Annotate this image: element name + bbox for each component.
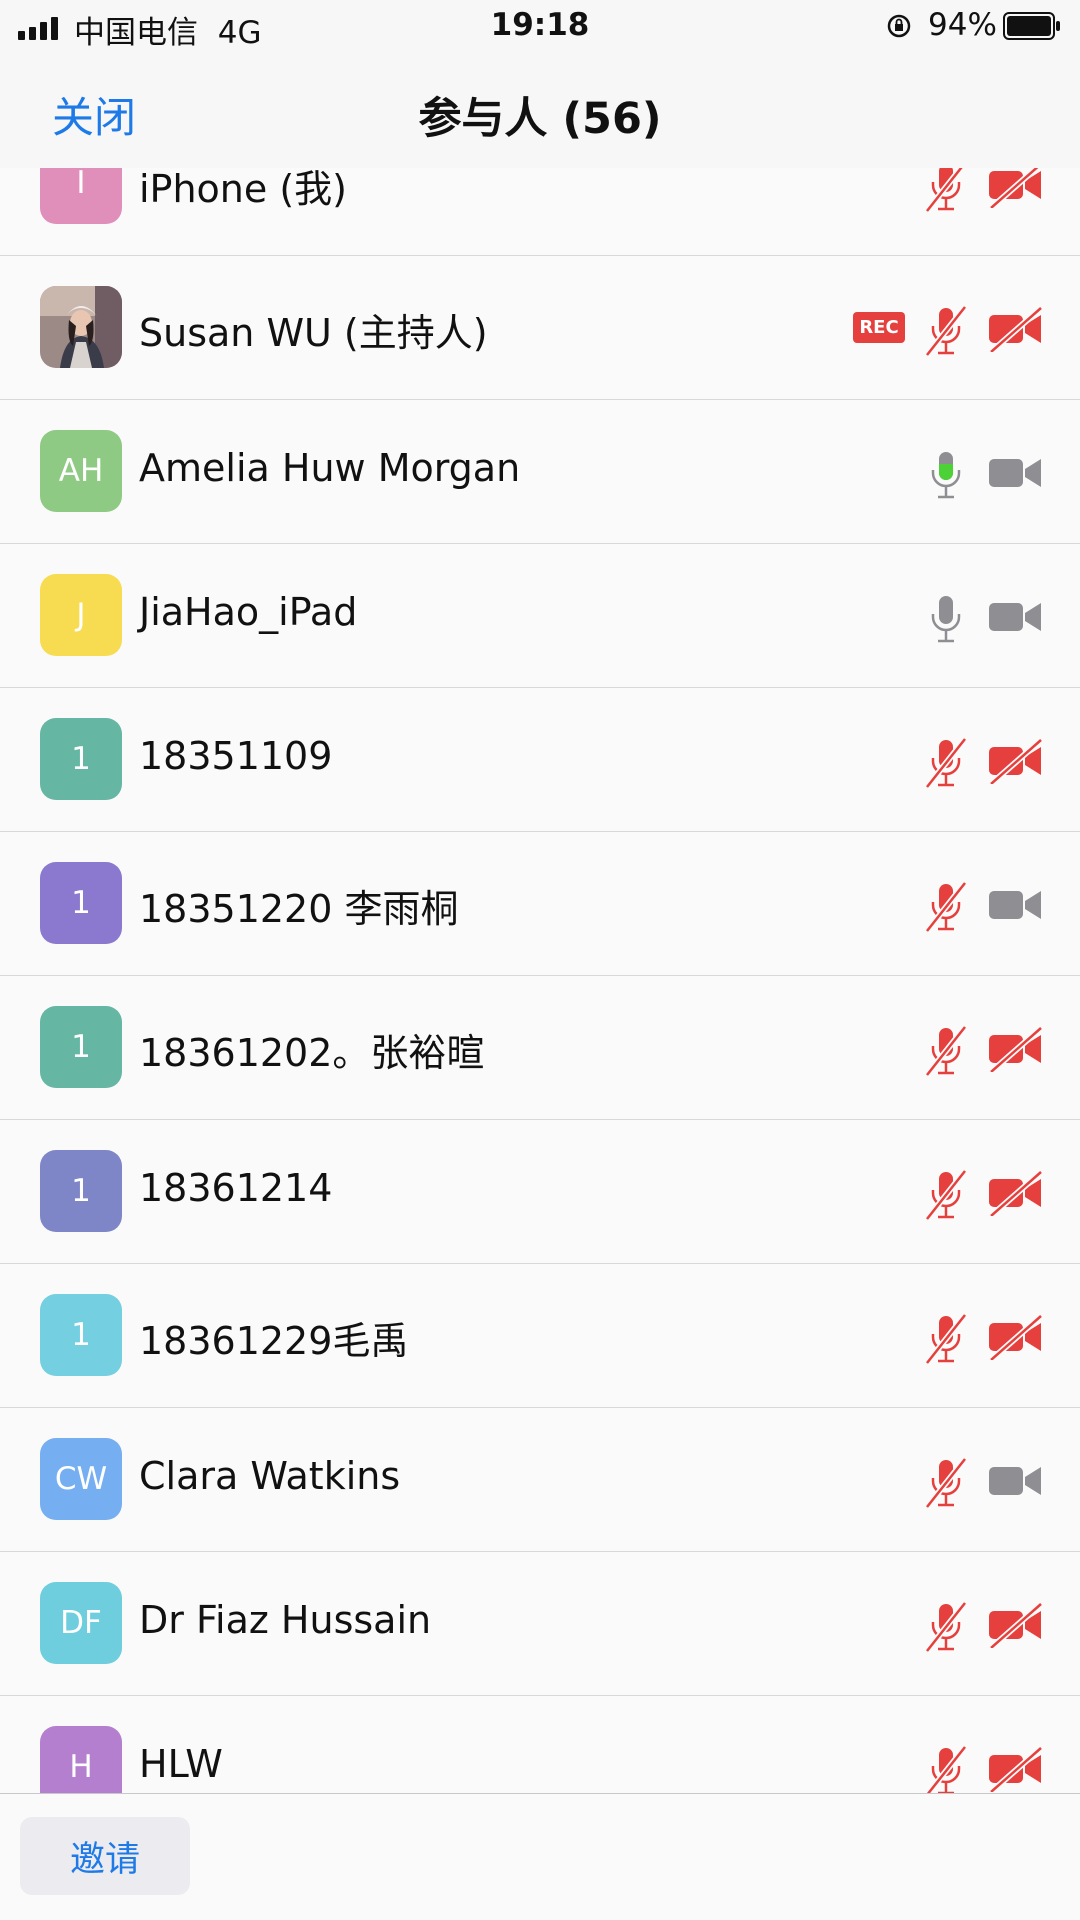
bottom-toolbar: 邀请 [0, 1793, 1080, 1920]
avatar: 1 [40, 862, 122, 944]
participant-name: Amelia Huw Morgan [139, 446, 521, 490]
participant-row[interactable]: DF Dr Fiaz Hussain [0, 1552, 1080, 1696]
avatar: J [40, 574, 122, 656]
avatar: AH [40, 430, 122, 512]
mic-muted-icon[interactable] [923, 304, 969, 357]
video-off-icon[interactable] [987, 1601, 1043, 1651]
avatar: 1 [40, 1294, 122, 1376]
video-icon[interactable] [987, 882, 1043, 928]
video-off-icon[interactable] [987, 1025, 1043, 1075]
participant-row[interactable]: 1 18361214 [0, 1120, 1080, 1264]
mic-speaking-icon[interactable] [923, 448, 969, 500]
participant-row[interactable]: 1 18351220 李雨桐 [0, 832, 1080, 976]
navigation-bar: 关闭 参与人 (56) [0, 54, 1080, 169]
participant-name: 18361202。张裕暄 [139, 1031, 485, 1075]
mic-muted-icon[interactable] [923, 1600, 969, 1653]
participant-row[interactable]: J JiaHao_iPad [0, 544, 1080, 688]
avatar [40, 286, 122, 368]
participants-screen: 中国电信 4G 19:18 94% 关闭 参与人 (56) IiPhone (我… [0, 0, 1080, 1920]
mic-muted-icon[interactable] [923, 1456, 969, 1509]
mic-muted-icon[interactable] [923, 168, 969, 213]
participant-name: iPhone (我) [139, 168, 347, 211]
avatar: I [40, 168, 122, 224]
mic-muted-icon[interactable] [923, 1744, 969, 1793]
participant-name: Dr Fiaz Hussain [139, 1598, 432, 1642]
mic-muted-icon[interactable] [923, 1024, 969, 1077]
mic-icon[interactable] [923, 592, 969, 644]
participant-name: JiaHao_iPad [139, 590, 358, 634]
participant-row[interactable]: H HLW [0, 1696, 1080, 1793]
avatar: DF [40, 1582, 122, 1664]
mic-muted-icon[interactable] [923, 736, 969, 789]
participant-name: 18351109 [139, 734, 333, 778]
video-off-icon[interactable] [987, 1313, 1043, 1363]
video-icon[interactable] [987, 450, 1043, 496]
battery-percentage: 94% [928, 7, 997, 43]
participant-name: 18361229毛禹 [139, 1319, 409, 1363]
video-off-icon[interactable] [987, 1745, 1043, 1793]
participant-row[interactable]: AH Amelia Huw Morgan [0, 400, 1080, 544]
page-title: 参与人 (56) [418, 94, 662, 144]
participant-row[interactable]: 1 18361229毛禹 [0, 1264, 1080, 1408]
recording-badge: REC [853, 312, 905, 343]
battery-icon [1003, 12, 1060, 40]
participant-name: HLW [139, 1742, 223, 1786]
rotation-lock-icon [887, 14, 911, 38]
participant-row[interactable]: IiPhone (我) [0, 168, 1080, 256]
participant-name: 18361214 [139, 1166, 333, 1210]
avatar: H [40, 1726, 122, 1793]
video-icon[interactable] [987, 1458, 1043, 1504]
video-icon[interactable] [987, 594, 1043, 640]
mic-muted-icon[interactable] [923, 880, 969, 933]
mic-muted-icon[interactable] [923, 1168, 969, 1221]
mic-muted-icon[interactable] [923, 1312, 969, 1365]
participant-row[interactable]: 1 18361202。张裕暄 [0, 976, 1080, 1120]
avatar: 1 [40, 1006, 122, 1088]
video-off-icon[interactable] [987, 1169, 1043, 1219]
status-bar: 中国电信 4G 19:18 94% [0, 0, 1080, 54]
participant-name: 18351220 李雨桐 [139, 887, 459, 931]
participant-name: Clara Watkins [139, 1454, 401, 1498]
video-off-icon[interactable] [987, 168, 1043, 211]
participant-name: Susan WU (主持人) [139, 311, 488, 355]
participant-row[interactable]: CW Clara Watkins [0, 1408, 1080, 1552]
avatar: CW [40, 1438, 122, 1520]
status-time: 19:18 [490, 7, 590, 43]
participant-list[interactable]: IiPhone (我) Susan WU (主持人) REC AH Amelia Hu… [0, 168, 1080, 1793]
avatar: 1 [40, 1150, 122, 1232]
video-off-icon[interactable] [987, 305, 1043, 355]
participant-row[interactable]: Susan WU (主持人) REC [0, 256, 1080, 400]
avatar: 1 [40, 718, 122, 800]
invite-button[interactable]: 邀请 [20, 1817, 190, 1895]
video-off-icon[interactable] [987, 737, 1043, 787]
participant-row[interactable]: 1 18351109 [0, 688, 1080, 832]
